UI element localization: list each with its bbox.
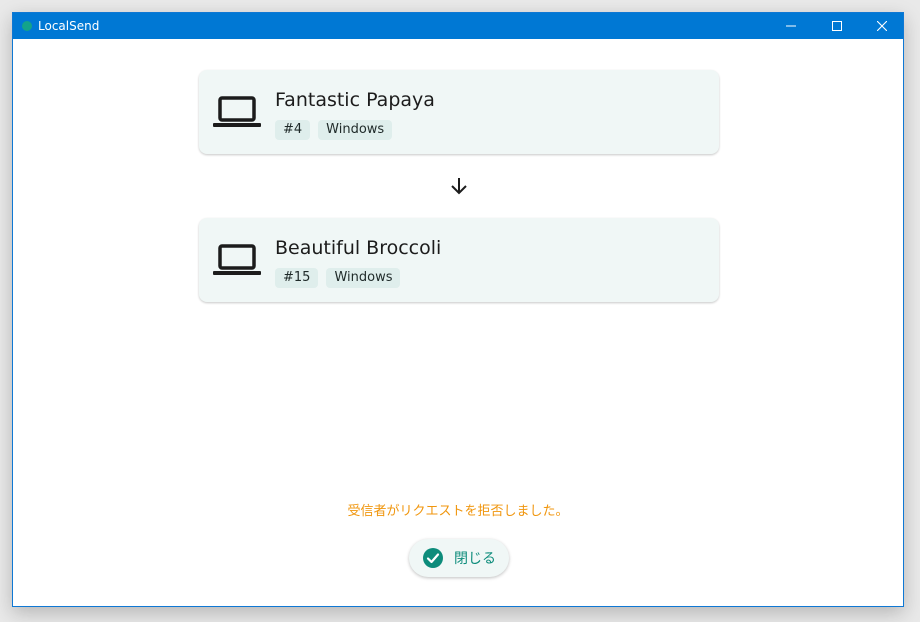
receiver-tag-os: Windows bbox=[326, 268, 401, 288]
sender-device-name: Fantastic Papaya bbox=[275, 89, 435, 111]
window-title: LocalSend bbox=[38, 19, 100, 33]
close-button-label: 閉じる bbox=[454, 551, 496, 567]
sender-tag-id: #4 bbox=[275, 120, 311, 140]
app-logo-icon bbox=[22, 21, 32, 31]
app-window: LocalSend Fantastic Papaya #4 Windows Be… bbox=[12, 12, 904, 607]
receiver-tag-id: #15 bbox=[275, 268, 319, 288]
sender-device-card: Fantastic Papaya #4 Windows bbox=[199, 70, 719, 154]
laptop-icon bbox=[213, 96, 261, 127]
arrow-down-icon bbox=[451, 178, 467, 195]
sender-tag-os: Windows bbox=[318, 120, 393, 140]
laptop-icon bbox=[213, 244, 261, 275]
minimize-button[interactable] bbox=[768, 13, 814, 39]
close-button[interactable]: 閉じる bbox=[409, 539, 509, 577]
maximize-icon bbox=[832, 21, 842, 31]
check-circle-icon bbox=[423, 548, 443, 568]
maximize-button[interactable] bbox=[814, 13, 860, 39]
minimize-icon bbox=[786, 25, 796, 27]
receiver-device-name: Beautiful Broccoli bbox=[275, 237, 442, 259]
close-window-button[interactable] bbox=[859, 13, 905, 39]
status-message: 受信者がリクエストを拒否しました。 bbox=[347, 504, 569, 519]
sender-tags: #4 Windows bbox=[275, 120, 393, 140]
close-icon bbox=[877, 21, 887, 31]
receiver-device-card: Beautiful Broccoli #15 Windows bbox=[199, 218, 719, 302]
title-bar[interactable]: LocalSend bbox=[13, 13, 903, 39]
receiver-tags: #15 Windows bbox=[275, 268, 401, 288]
